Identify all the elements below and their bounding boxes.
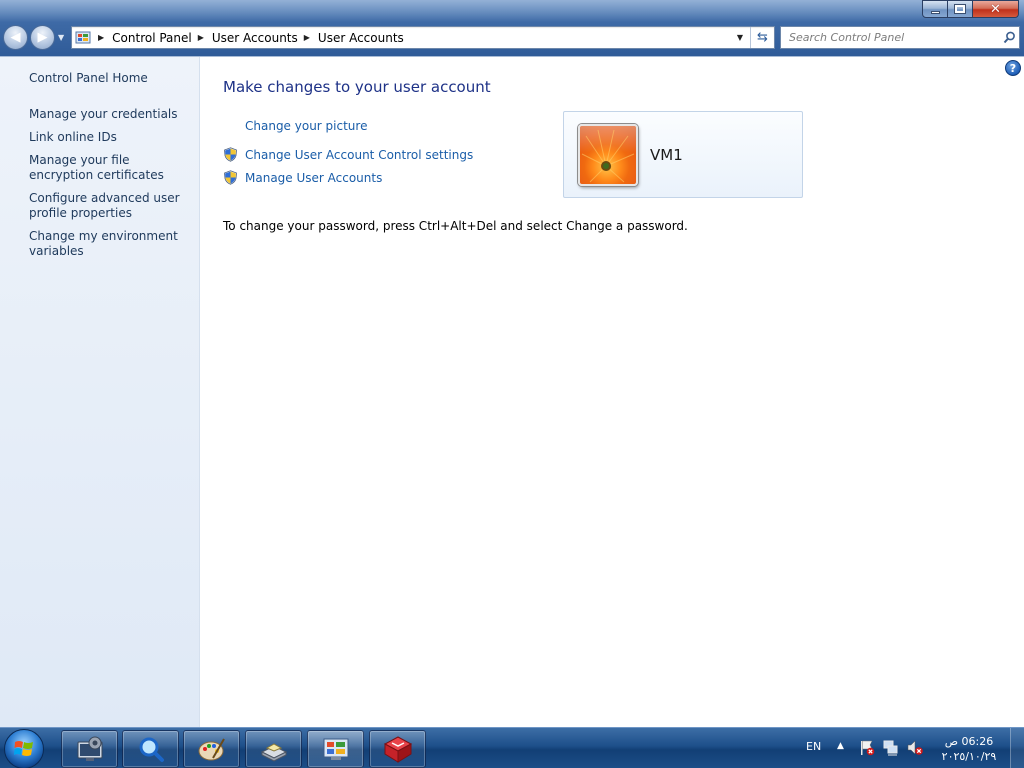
- taskbar: EN ▲ 06:26 ص ٢٠٢٥/١٠/٢٩: [0, 727, 1024, 768]
- search-box: [780, 26, 1020, 49]
- control-panel-icon: [72, 27, 94, 48]
- breadcrumb: ▶ Control Panel ▶ User Accounts ▶ User A…: [94, 31, 730, 45]
- help-button[interactable]: ?: [1005, 60, 1021, 76]
- breadcrumb-separator-icon[interactable]: ▶: [198, 33, 204, 42]
- task-pane: Control Panel Home Manage your credentia…: [0, 57, 200, 727]
- link-online-ids-link[interactable]: Link online IDs: [29, 130, 194, 145]
- user-account-tile[interactable]: VM1: [563, 111, 803, 198]
- taskbar-control-panel[interactable]: [307, 730, 364, 768]
- search-input[interactable]: [781, 27, 999, 48]
- windows-logo-icon: [14, 741, 33, 756]
- breadcrumb-item[interactable]: User Accounts: [316, 31, 406, 45]
- taskbar-virtualbox[interactable]: [369, 730, 426, 768]
- advanced-user-profile-link[interactable]: Configure advanced user profile properti…: [29, 191, 194, 221]
- restore-button[interactable]: [948, 0, 973, 18]
- help-icon: ?: [1009, 61, 1017, 75]
- magnifier-icon: [139, 737, 164, 762]
- vbox-cube-icon: [383, 736, 412, 763]
- taskbar-remote-desktop[interactable]: [61, 730, 118, 768]
- user-picture[interactable]: [578, 124, 638, 186]
- breadcrumb-item[interactable]: User Accounts: [210, 31, 300, 45]
- window-titlebar: ✕ ◀ ▶ ▼ ▶ Control Panel ▶ User Accounts …: [0, 0, 1024, 57]
- search-icon[interactable]: [999, 31, 1019, 44]
- password-instruction: To change your password, press Ctrl+Alt+…: [223, 219, 688, 233]
- remote-desktop-icon: [77, 736, 102, 761]
- breadcrumb-item[interactable]: Control Panel: [110, 31, 194, 45]
- control-panel-icon: [323, 738, 348, 760]
- minimize-button[interactable]: [922, 0, 948, 18]
- taskbar-scanner[interactable]: [245, 730, 302, 768]
- address-history-dropdown[interactable]: ▼: [730, 33, 750, 42]
- scanner-icon: [260, 743, 287, 762]
- control-panel-home-link[interactable]: Control Panel Home: [29, 71, 194, 86]
- navigation-buttons: ◀ ▶ ▼: [3, 25, 64, 50]
- back-button[interactable]: ◀: [3, 25, 28, 50]
- manage-user-accounts-link[interactable]: Manage User Accounts: [245, 171, 382, 185]
- language-indicator[interactable]: EN: [806, 740, 821, 753]
- volume-muted-icon[interactable]: [906, 739, 923, 756]
- recent-pages-dropdown[interactable]: ▼: [58, 33, 64, 42]
- close-icon: ✕: [990, 1, 1001, 17]
- refresh-button[interactable]: ⇆: [750, 27, 774, 48]
- restore-icon: [954, 4, 966, 14]
- clock-time: 06:26 ص: [944, 735, 994, 748]
- main-content: ? Make changes to your user account Chan…: [201, 57, 1024, 727]
- show-hidden-icons-button[interactable]: ▲: [837, 741, 844, 751]
- address-bar[interactable]: ▶ Control Panel ▶ User Accounts ▶ User A…: [71, 26, 775, 49]
- uac-settings-link[interactable]: Change User Account Control settings: [245, 148, 473, 162]
- window-controls: ✕: [922, 0, 1019, 18]
- page-title: Make changes to your user account: [223, 78, 491, 96]
- back-arrow-icon: ◀: [10, 30, 21, 45]
- close-button[interactable]: ✕: [973, 0, 1019, 18]
- change-picture-link[interactable]: Change your picture: [245, 119, 367, 133]
- taskbar-magnifier[interactable]: [122, 730, 179, 768]
- forward-button[interactable]: ▶: [30, 25, 55, 50]
- manage-credentials-link[interactable]: Manage your credentials: [29, 107, 194, 122]
- uac-shield-icon: [224, 147, 237, 162]
- environment-variables-link[interactable]: Change my environment variables: [29, 229, 194, 259]
- action-center-flag-icon[interactable]: [858, 739, 875, 756]
- flower-picture-icon: [581, 129, 635, 183]
- clock-date: ٢٠٢٥/١٠/٢٩: [941, 750, 997, 763]
- breadcrumb-separator-icon[interactable]: ▶: [304, 33, 310, 42]
- breadcrumb-separator-icon[interactable]: ▶: [98, 33, 104, 42]
- network-icon[interactable]: [882, 739, 899, 756]
- paint-icon: [198, 738, 225, 761]
- system-clock[interactable]: 06:26 ص ٢٠٢٥/١٠/٢٩: [936, 734, 1002, 764]
- forward-arrow-icon: ▶: [37, 30, 48, 45]
- user-name: VM1: [650, 146, 683, 164]
- refresh-icon: ⇆: [757, 30, 768, 45]
- show-desktop-button[interactable]: [1010, 728, 1024, 768]
- taskbar-paint[interactable]: [183, 730, 240, 768]
- uac-shield-icon: [224, 170, 237, 185]
- minimize-icon: [930, 10, 940, 14]
- start-button[interactable]: [4, 729, 44, 768]
- file-encryption-certificates-link[interactable]: Manage your file encryption certificates: [29, 153, 194, 183]
